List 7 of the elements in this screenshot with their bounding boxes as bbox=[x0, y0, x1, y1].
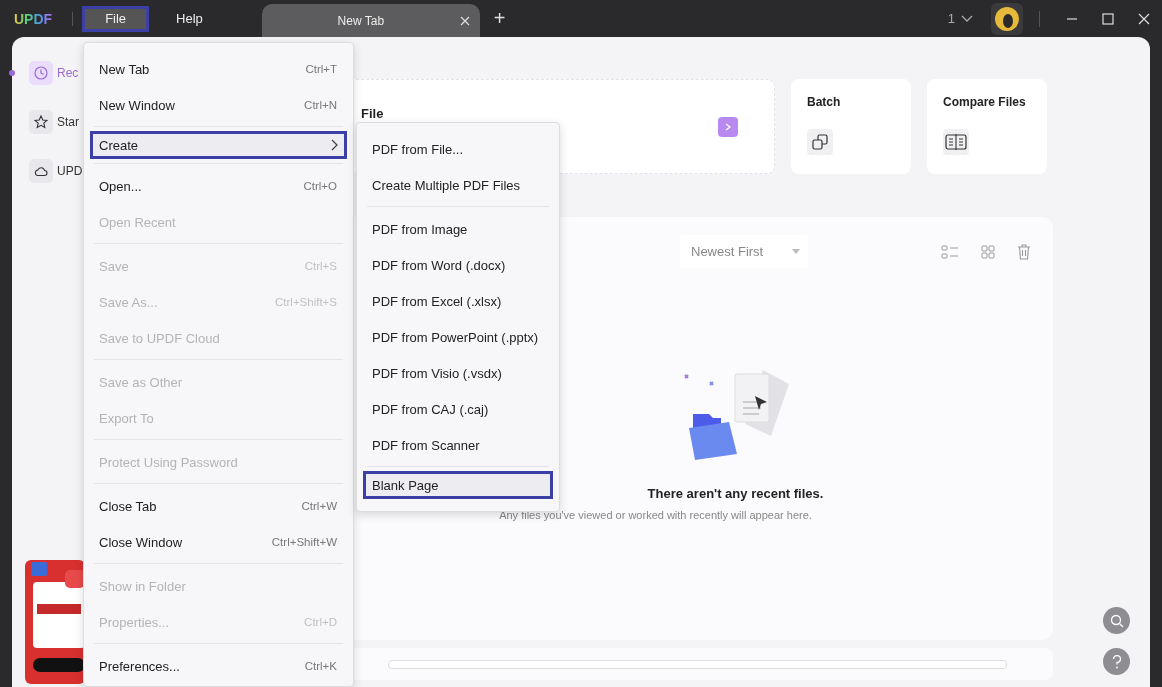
shortcut-label: Ctrl+N bbox=[304, 99, 337, 111]
shortcut-label: Ctrl+W bbox=[301, 500, 337, 512]
empty-state-title: There aren't any recent files. bbox=[647, 486, 824, 501]
shortcut-label: Ctrl+Shift+W bbox=[271, 536, 337, 548]
shortcut-label: Ctrl+T bbox=[305, 63, 337, 75]
shortcut-label: Ctrl+K bbox=[304, 660, 337, 672]
shortcut-label: Ctrl+O bbox=[303, 180, 337, 192]
